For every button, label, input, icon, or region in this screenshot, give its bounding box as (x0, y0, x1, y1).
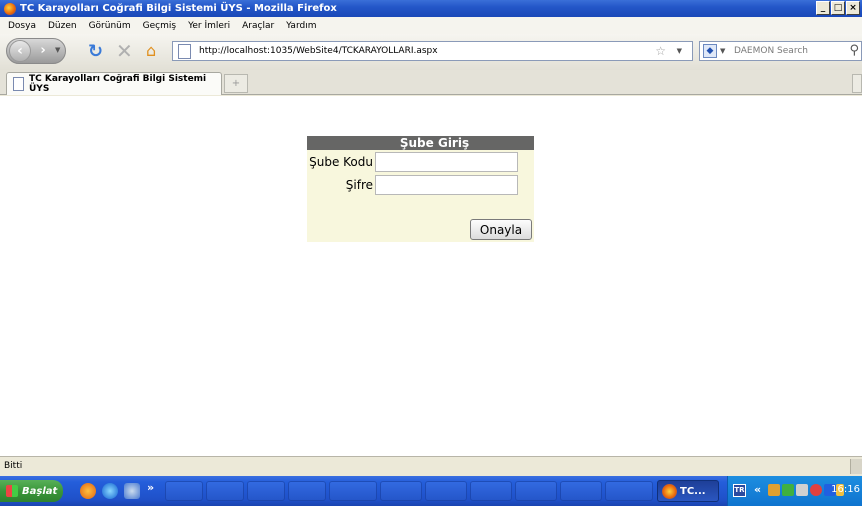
window-controls: _ □ × (816, 1, 860, 15)
menu-tools[interactable]: Araçlar (236, 21, 280, 31)
url-text: http://localhost:1035/WebSite4/TCKARAYOL… (199, 46, 438, 56)
taskbar-item[interactable] (288, 481, 326, 501)
taskbar-item[interactable] (206, 481, 244, 501)
firefox-icon (662, 484, 677, 499)
quicklaunch-desktop-icon[interactable] (124, 483, 140, 499)
status-bar: Bitti (0, 456, 862, 475)
submit-button[interactable]: Onayla (470, 219, 532, 240)
page-icon (178, 44, 191, 59)
resize-grip[interactable] (850, 459, 862, 474)
forward-button[interactable]: › (35, 43, 51, 59)
start-label: Başlat (22, 485, 58, 497)
close-button[interactable]: × (846, 1, 860, 15)
back-button[interactable]: ‹ (9, 40, 31, 62)
new-tab-button[interactable]: + (224, 74, 248, 93)
taskbar-item-firefox[interactable]: TC... (657, 480, 719, 502)
search-bar[interactable]: ◆ ▼ DAEMON Search ⚲ (699, 41, 862, 61)
start-button[interactable]: Başlat (0, 480, 63, 502)
password-label: Şifre (345, 178, 373, 192)
navigation-toolbar: ‹ › ▼ ↻ ✕ ⌂ http://localhost:1035/WebSit… (0, 34, 862, 70)
tab-label: TC Karayolları Coğrafi Bilgi Sistemi ÜYS (29, 74, 207, 94)
stop-icon[interactable]: ✕ (116, 39, 133, 63)
taskbar-item[interactable] (470, 481, 512, 501)
windows-flag-icon (6, 485, 18, 497)
branch-code-input[interactable] (375, 152, 518, 172)
search-placeholder: DAEMON Search (734, 46, 808, 56)
password-input[interactable] (375, 175, 518, 195)
branch-code-row: Şube Kodu (307, 152, 518, 172)
reload-icon[interactable]: ↻ (88, 41, 103, 62)
taskbar-item[interactable] (515, 481, 557, 501)
tray-network-icon[interactable] (768, 484, 780, 496)
quicklaunch-firefox-icon[interactable] (80, 483, 96, 499)
tray-app-icon[interactable] (782, 484, 794, 496)
login-header: Şube Giriş (307, 136, 534, 150)
search-engine-icon[interactable]: ◆ (703, 44, 717, 58)
home-icon[interactable]: ⌂ (146, 41, 156, 60)
tray-security-icon[interactable] (810, 484, 822, 496)
search-engine-dropdown-icon[interactable]: ▼ (720, 47, 725, 55)
url-bar[interactable]: http://localhost:1035/WebSite4/TCKARAYOL… (172, 41, 693, 61)
taskbar-item[interactable] (165, 481, 203, 501)
language-indicator[interactable]: TR (733, 484, 746, 497)
quicklaunch-more-button[interactable]: » (147, 481, 154, 494)
taskbar-item[interactable] (380, 481, 422, 501)
search-icon[interactable]: ⚲ (849, 43, 859, 58)
tray-expand-button[interactable]: « (754, 483, 761, 496)
menu-edit[interactable]: Düzen (42, 21, 83, 31)
taskbar-item[interactable] (605, 481, 653, 501)
taskbar-item[interactable] (247, 481, 285, 501)
taskbar-item-label: TC... (680, 485, 706, 497)
firefox-icon (4, 2, 16, 15)
window-title: TC Karayolları Coğrafi Bilgi Sistemi ÜYS… (20, 3, 337, 14)
system-tray: TR « 16:16 (727, 476, 862, 506)
menu-bar: Dosya Düzen Görünüm Geçmiş Yer İmleri Ar… (0, 17, 862, 34)
menu-help[interactable]: Yardım (280, 21, 322, 31)
back-forward-group: ‹ › ▼ (6, 38, 66, 64)
tab-scroll-button[interactable] (852, 74, 862, 93)
branch-code-label: Şube Kodu (309, 155, 373, 169)
menu-file[interactable]: Dosya (2, 21, 42, 31)
minimize-button[interactable]: _ (816, 1, 830, 15)
url-dropdown-icon[interactable]: ▼ (677, 47, 682, 55)
clock[interactable]: 16:16 (831, 484, 860, 495)
menu-view[interactable]: Görünüm (83, 21, 137, 31)
history-dropdown-icon[interactable]: ▼ (55, 46, 60, 54)
window-titlebar[interactable]: TC Karayolları Coğrafi Bilgi Sistemi ÜYS… (0, 0, 862, 17)
maximize-button[interactable]: □ (831, 1, 845, 15)
taskbar-item[interactable] (329, 481, 377, 501)
password-row: Şifre (307, 175, 518, 195)
login-panel: Şube Giriş Şube Kodu Şifre Onayla (307, 136, 534, 242)
page-icon (13, 77, 24, 91)
taskbar-item[interactable] (560, 481, 602, 501)
tab-bar: TC Karayolları Coğrafi Bilgi Sistemi ÜYS… (0, 70, 862, 95)
taskbar: Başlat » TC... TR « 16:16 (0, 476, 862, 506)
quicklaunch-ie-icon[interactable] (102, 483, 118, 499)
menu-history[interactable]: Geçmiş (137, 21, 182, 31)
taskbar-item[interactable] (425, 481, 467, 501)
tray-daemon-icon[interactable] (796, 484, 808, 496)
tab-active[interactable]: TC Karayolları Coğrafi Bilgi Sistemi ÜYS (6, 72, 222, 95)
bookmark-star-icon[interactable]: ☆ (655, 44, 666, 58)
status-text: Bitti (4, 461, 23, 471)
page-content: Şube Giriş Şube Kodu Şifre Onayla (0, 96, 862, 456)
menu-bookmarks[interactable]: Yer İmleri (182, 21, 236, 31)
